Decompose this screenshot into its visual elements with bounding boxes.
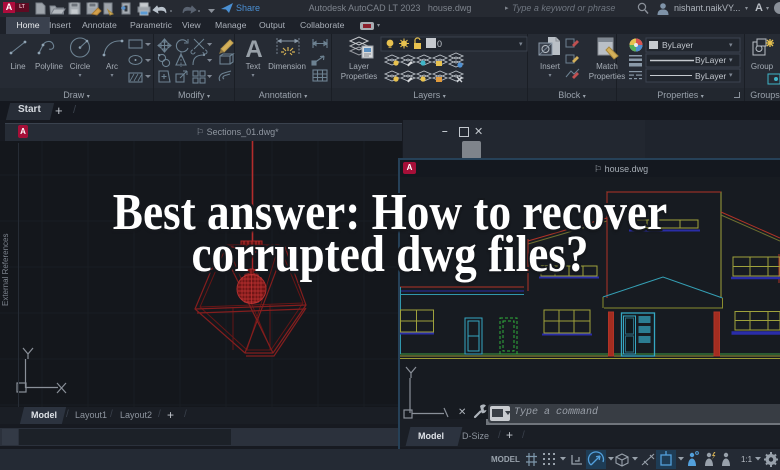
- svg-text:Share: Share: [236, 3, 260, 13]
- svg-text:1:1: 1:1: [741, 455, 753, 464]
- svg-text:A: A: [245, 36, 262, 63]
